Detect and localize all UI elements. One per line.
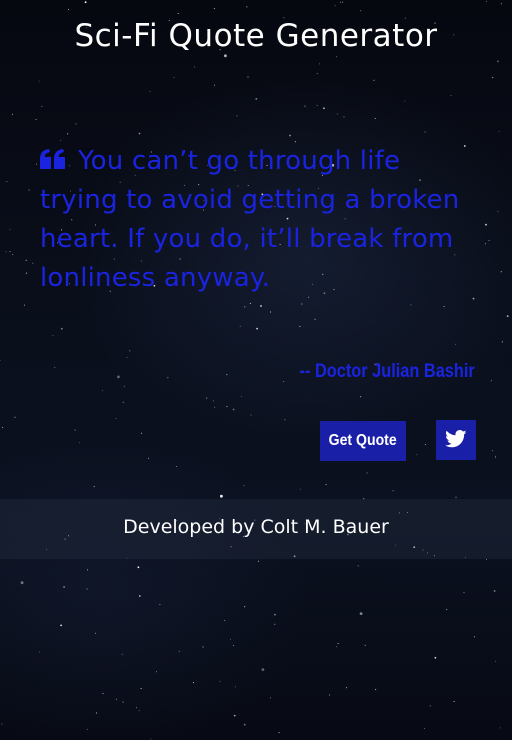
twitter-icon <box>445 429 467 451</box>
get-quote-label: Get Quote <box>328 432 398 449</box>
quote-text: You can’t go through life trying to avoi… <box>40 146 460 293</box>
app-container: Sci-Fi Quote Generator You can’t go thro… <box>0 0 512 740</box>
quote-left-icon <box>40 142 66 181</box>
quote-author: -- Doctor Julian Bashir <box>299 361 475 382</box>
tweet-button[interactable] <box>436 420 476 460</box>
footer-credit: Developed by Colt M. Bauer <box>123 516 389 538</box>
page-title: Sci-Fi Quote Generator <box>74 18 438 54</box>
get-quote-button[interactable]: Get Quote <box>320 421 406 461</box>
quote-body: You can’t go through life trying to avoi… <box>40 142 478 298</box>
quote-container: You can’t go through life trying to avoi… <box>40 142 478 298</box>
